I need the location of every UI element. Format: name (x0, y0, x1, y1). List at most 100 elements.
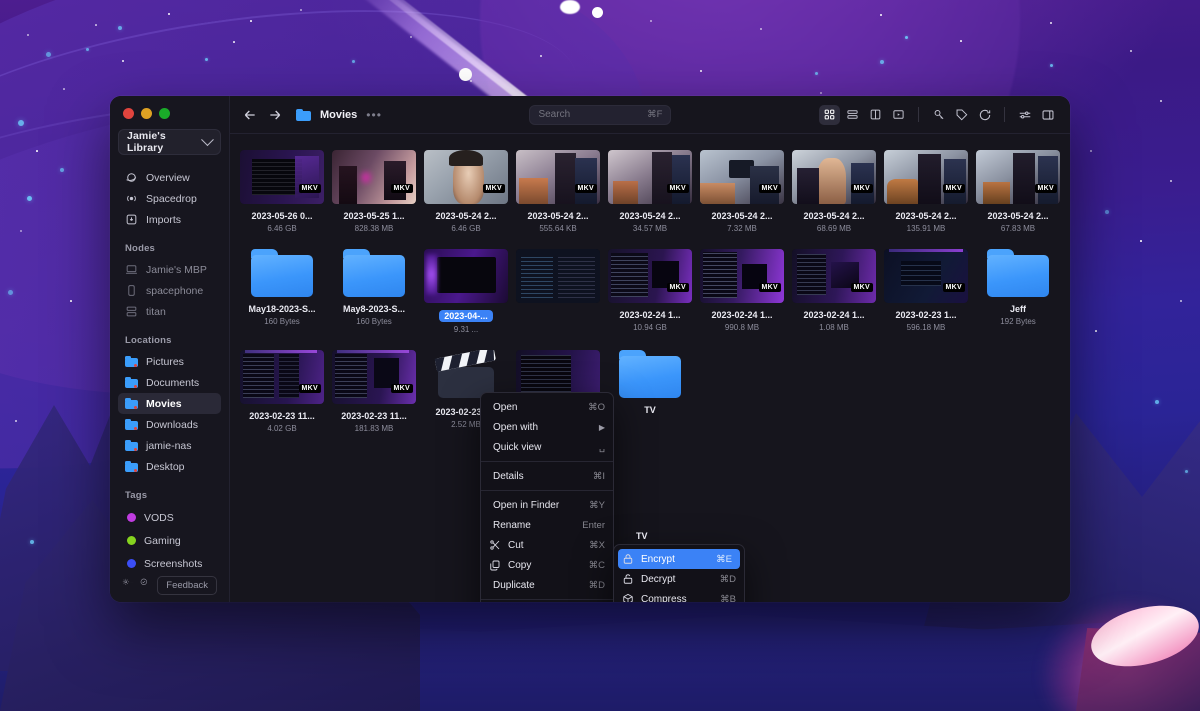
menu-item-open-in-finder[interactable]: Open in Finder ⌘Y (481, 495, 613, 515)
file-size: 1.08 MB (819, 323, 849, 332)
menu-item-copy[interactable]: Copy ⌘C (481, 555, 613, 575)
file-name: 2023-05-24 2... (987, 211, 1048, 221)
check-circle-icon[interactable] (140, 578, 148, 592)
sidebar-tag-gaming[interactable]: Gaming (118, 529, 221, 552)
arrow-left-icon[interactable] (242, 107, 258, 123)
sidebar-item-desktop[interactable]: Desktop (118, 456, 221, 477)
minimize-window-button[interactable] (141, 108, 152, 119)
menu-item-duplicate[interactable]: Duplicate ⌘D (481, 575, 613, 595)
sliders-icon[interactable] (1014, 105, 1035, 125)
toolbar-divider-2 (1004, 107, 1005, 122)
maximize-window-button[interactable] (159, 108, 170, 119)
column-view-icon[interactable] (865, 105, 886, 125)
sidebar-item-overview[interactable]: Overview (118, 167, 221, 188)
sidebar-item-documents[interactable]: Documents (118, 372, 221, 393)
file-item[interactable]: MKV 2023-05-24 2... 135.91 MB (880, 144, 972, 243)
file-item[interactable]: MKV 2023-02-24 1... 1.08 MB (788, 243, 880, 344)
feedback-button[interactable]: Feedback (157, 576, 217, 595)
file-name: TV (636, 531, 648, 541)
gear-icon[interactable] (122, 578, 130, 592)
refresh-icon[interactable] (974, 105, 995, 125)
file-size: 181.83 MB (355, 424, 394, 433)
context-submenu-more-actions[interactable]: TVEncrypt⌘EDecrypt⌘DCompress⌘BConvert to… (613, 544, 745, 602)
blue-star (18, 120, 24, 126)
blue-star (352, 60, 355, 63)
file-thumbnail: MKV (700, 150, 784, 204)
file-name: 2023-04-... (439, 310, 493, 322)
file-item[interactable]: MKV 2023-05-25 1... 828.38 MB (328, 144, 420, 243)
file-name: 2023-05-25 1... (343, 211, 404, 221)
file-grid-container[interactable]: MKV 2023-05-26 0... 6.46 GB MKV 2023-05-25 … (230, 134, 1070, 602)
file-item[interactable]: 2023-04-... 9.31 ... (420, 243, 512, 344)
list-view-icon[interactable] (842, 105, 863, 125)
toolbar-right (819, 105, 1058, 125)
inspector-panel-icon[interactable] (1037, 105, 1058, 125)
file-size: 135.91 MB (907, 224, 946, 233)
grid-view-icon[interactable] (819, 105, 840, 125)
search-input[interactable]: Search ⌘F (529, 105, 671, 125)
sidebar-tag-vods[interactable]: VODS (118, 506, 221, 529)
file-item[interactable]: MKV 2023-02-23 1... 596.18 MB (880, 243, 972, 344)
star (15, 420, 17, 422)
sidebar-item-imports[interactable]: Imports (118, 209, 221, 230)
submenu-item-encrypt[interactable]: Encrypt ⌘E (618, 549, 740, 569)
menu-item-open-with[interactable]: Open with ▶ (481, 417, 613, 437)
folder-item[interactable]: May18-2023-S... 160 Bytes (236, 243, 328, 344)
file-item[interactable]: MKV 2023-05-24 2... 555.64 KB (512, 144, 604, 243)
submenu-item-compress[interactable]: Compress ⌘B (614, 589, 744, 602)
star (540, 55, 542, 57)
sidebar-item-jamies-mbp[interactable]: Jamie's MBP (118, 259, 221, 280)
key-icon[interactable] (928, 105, 949, 125)
arrow-right-icon[interactable] (267, 107, 283, 123)
context-menu[interactable]: Open ⌘O Open with ▶ Quick view ␣ Details ⌘I Open… (480, 392, 614, 602)
menu-item-open[interactable]: Open ⌘O (481, 397, 613, 417)
media-view-icon[interactable] (888, 105, 909, 125)
sidebar-item-spacedrop[interactable]: Spacedrop (118, 188, 221, 209)
close-window-button[interactable] (123, 108, 134, 119)
menu-item-cut[interactable]: Cut ⌘X (481, 535, 613, 555)
file-item[interactable]: MKV 2023-05-26 0... 6.46 GB (236, 144, 328, 243)
wallpaper-comet-head (560, 0, 580, 14)
submenu-item-decrypt[interactable]: Decrypt ⌘D (614, 569, 744, 589)
file-thumbnail: MKV (976, 150, 1060, 204)
sidebar-item-titan[interactable]: titan (118, 301, 221, 322)
file-size (649, 418, 651, 427)
blue-star (27, 196, 32, 201)
sidebar-item-spacephone[interactable]: spacephone (118, 280, 221, 301)
menu-item-details[interactable]: Details ⌘I (481, 466, 613, 486)
folder-item[interactable]: Jeff 192 Bytes (972, 243, 1064, 344)
menu-item-quick-view[interactable]: Quick view ␣ (481, 437, 613, 457)
file-item[interactable]: MKV 2023-05-24 2... 7.32 MB (696, 144, 788, 243)
file-name: 2023-02-23 1... (895, 310, 956, 320)
tag-icon[interactable] (951, 105, 972, 125)
menu-item-rename[interactable]: Rename Enter (481, 515, 613, 535)
file-item[interactable]: MKV 2023-05-24 2... 34.57 MB (604, 144, 696, 243)
sidebar-item-pictures[interactable]: Pictures (118, 351, 221, 372)
library-selector[interactable]: Jamie's Library (118, 129, 221, 155)
folder-item[interactable]: May8-2023-S... 160 Bytes (328, 243, 420, 344)
blue-star (1105, 210, 1109, 214)
star (63, 88, 65, 90)
star (95, 24, 97, 26)
file-name: 2023-05-26 0... (251, 211, 312, 221)
file-item[interactable] (512, 243, 604, 344)
file-item[interactable]: MKV 2023-02-24 1... 10.94 GB (604, 243, 696, 344)
file-item[interactable]: MKV 2023-05-24 2... 67.83 MB (972, 144, 1064, 243)
file-item[interactable]: MKV 2023-02-23 11... 181.83 MB (328, 344, 420, 443)
submenu-item-label: Compress (641, 594, 713, 603)
breadcrumb-overflow-icon[interactable]: ••• (366, 108, 382, 122)
phone-icon (125, 284, 138, 297)
menu-item-label: Copy (508, 560, 582, 571)
sidebar-item-downloads[interactable]: Downloads (118, 414, 221, 435)
file-item[interactable]: MKV 2023-05-24 2... 6.46 GB (420, 144, 512, 243)
file-item[interactable]: MKV 2023-05-24 2... 68.69 MB (788, 144, 880, 243)
sidebar-item-movies[interactable]: Movies (118, 393, 221, 414)
toolbar: Movies ••• Search ⌘F (230, 96, 1070, 134)
blue-star (880, 60, 884, 64)
file-item[interactable]: MKV 2023-02-23 11... 4.02 GB (236, 344, 328, 443)
sidebar-item-jamie-nas[interactable]: jamie-nas (118, 435, 221, 456)
file-item[interactable]: MKV 2023-02-24 1... 990.8 MB (696, 243, 788, 344)
breadcrumb[interactable]: Movies (320, 109, 357, 121)
folder-item[interactable]: TV (604, 344, 696, 443)
file-thumbnail: MKV (516, 150, 600, 204)
